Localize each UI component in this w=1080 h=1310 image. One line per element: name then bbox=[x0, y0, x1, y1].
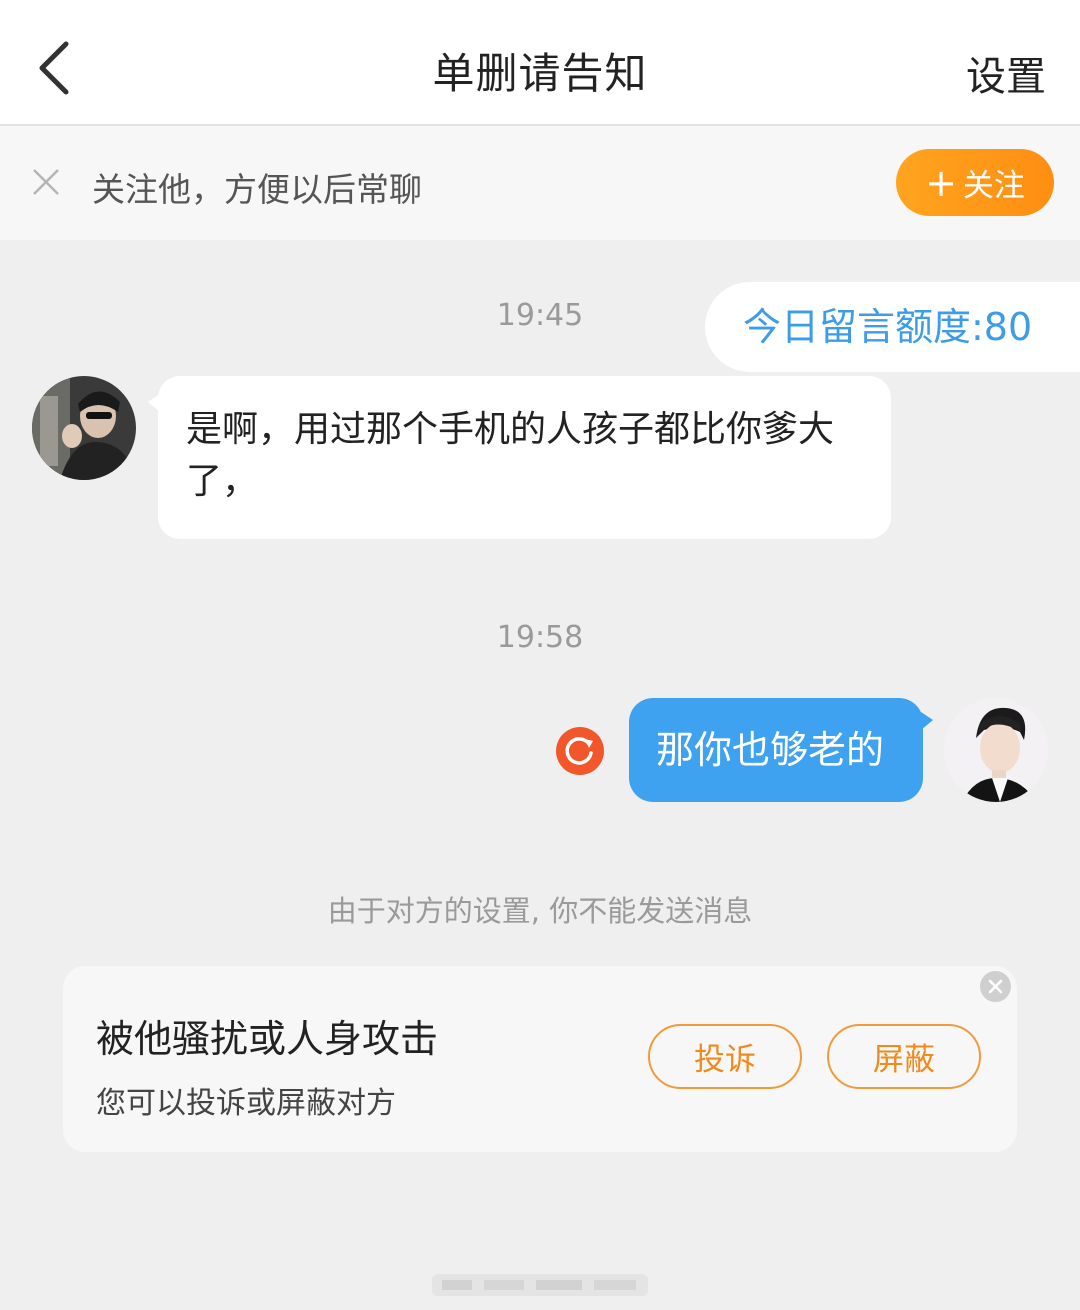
harassment-report-card: 被他骚扰或人身攻击 您可以投诉或屏蔽对方 投诉 屏蔽 bbox=[63, 966, 1017, 1152]
follow-button[interactable]: + 关注 bbox=[896, 149, 1054, 216]
close-icon[interactable] bbox=[30, 166, 62, 198]
settings-button[interactable]: 设置 bbox=[966, 44, 1046, 102]
blurred-watermark bbox=[432, 1268, 648, 1302]
resend-icon[interactable] bbox=[556, 727, 604, 775]
cannot-send-notice: 由于对方的设置, 你不能发送消息 bbox=[327, 894, 753, 928]
avatar-photo bbox=[944, 698, 1048, 802]
page-title: 单删请告知 bbox=[432, 49, 648, 98]
follow-button-label: 关注 bbox=[962, 168, 1025, 204]
follow-prompt-text: 关注他，方便以后常聊 bbox=[92, 170, 422, 209]
contact-avatar[interactable] bbox=[32, 376, 136, 480]
follow-prompt-bar: 关注他，方便以后常聊 + 关注 bbox=[0, 126, 1080, 240]
block-button[interactable]: 屏蔽 bbox=[827, 1024, 981, 1089]
report-card-subtitle: 您可以投诉或屏蔽对方 bbox=[96, 1086, 396, 1121]
message-timestamp: 19:58 bbox=[496, 620, 584, 655]
plus-icon: + bbox=[925, 160, 957, 205]
close-icon[interactable] bbox=[980, 971, 1011, 1002]
complain-button[interactable]: 投诉 bbox=[648, 1024, 802, 1089]
outgoing-message-bubble[interactable]: 那你也够老的 bbox=[629, 698, 933, 802]
my-avatar[interactable] bbox=[944, 698, 1048, 802]
nav-bar: 单删请告知 设置 bbox=[0, 0, 1080, 126]
avatar-photo bbox=[32, 376, 136, 480]
incoming-message-bubble[interactable]: 是啊，用过那个手机的人孩子都比你爹大了， bbox=[148, 376, 891, 539]
message-quota-badge: 今日留言额度:80 bbox=[705, 282, 1080, 372]
report-card-title: 被他骚扰或人身攻击 bbox=[96, 1017, 439, 1061]
